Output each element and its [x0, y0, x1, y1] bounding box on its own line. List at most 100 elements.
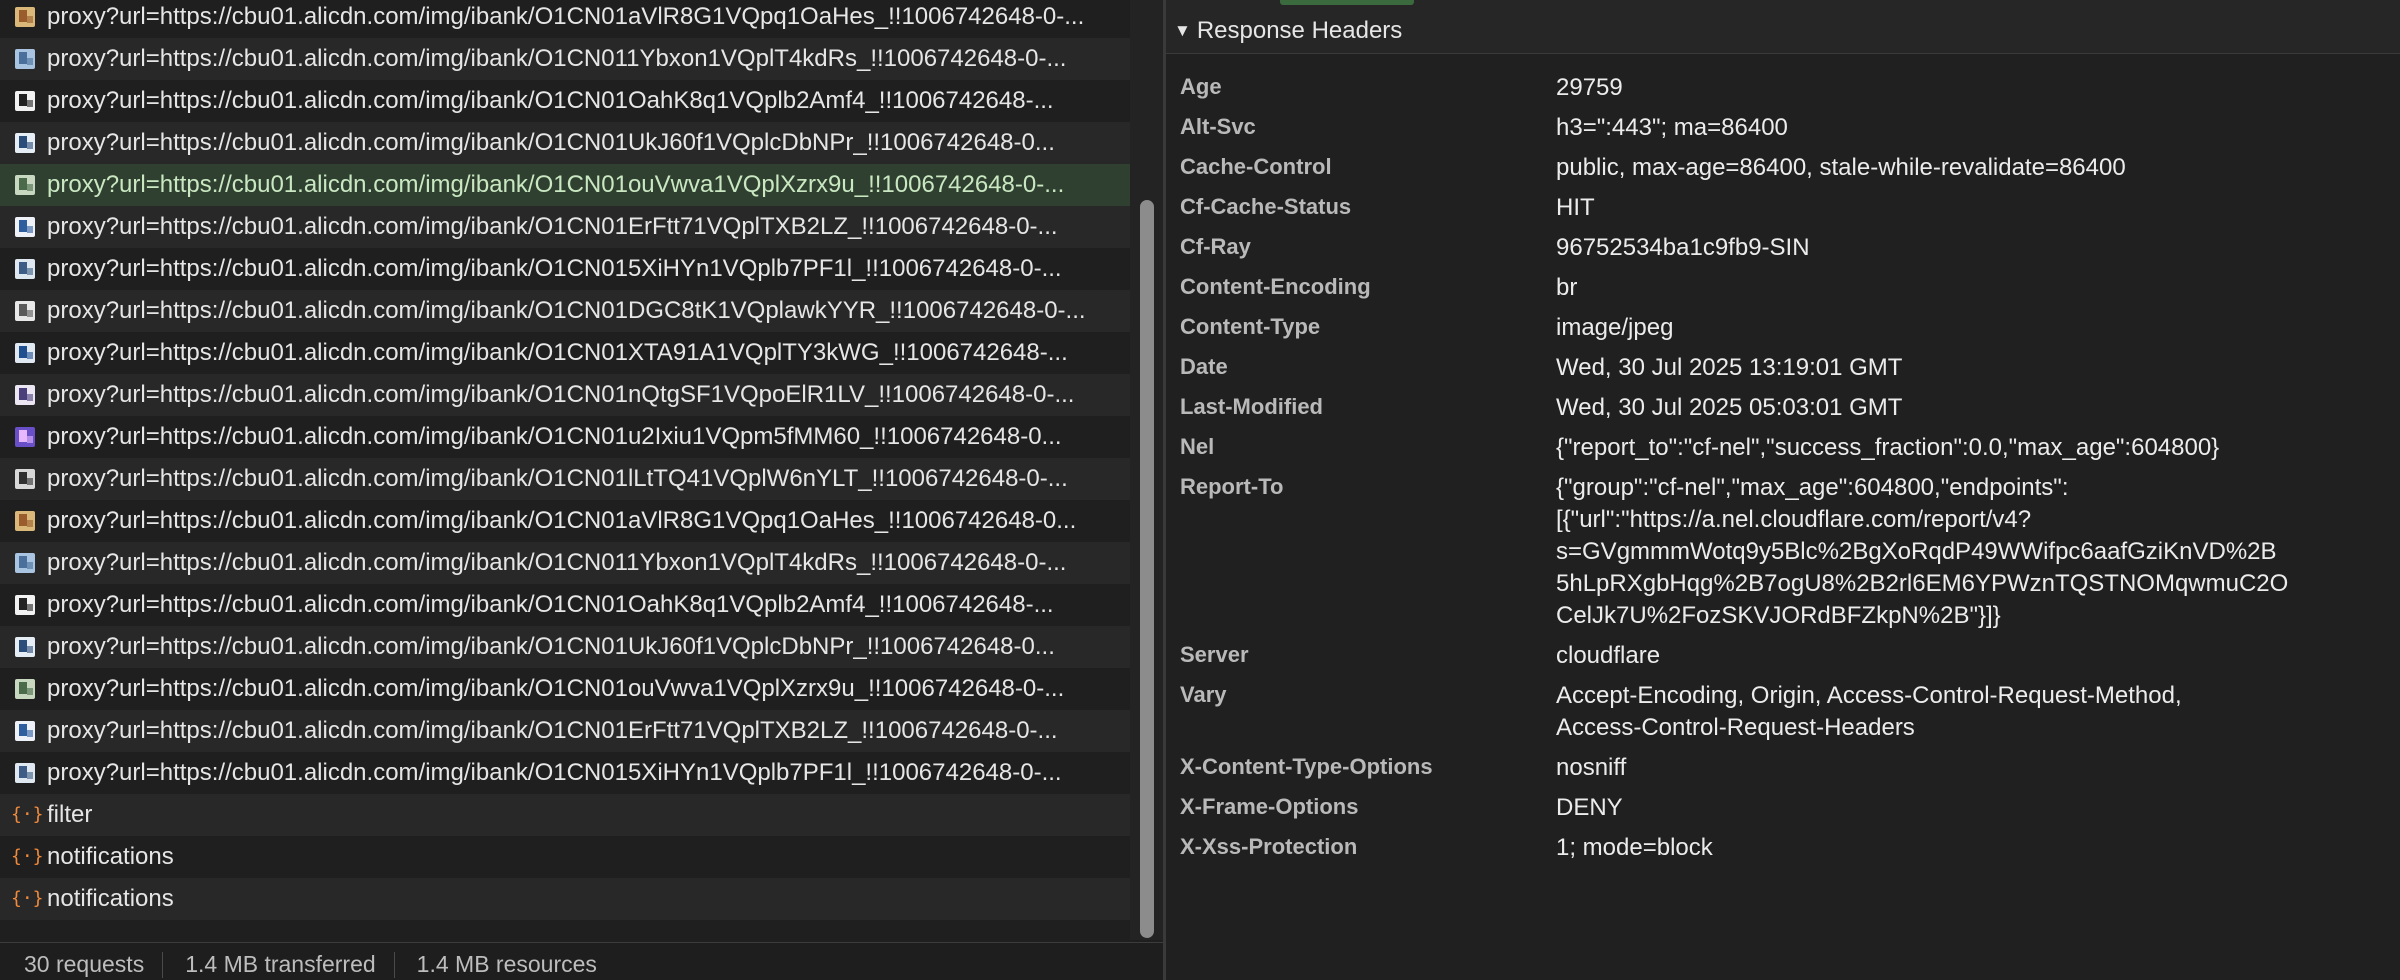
header-row: X-Frame-Options DENY	[1166, 788, 2400, 828]
header-value[interactable]: Accept-Encoding, Origin, Access-Control-…	[1556, 680, 2326, 744]
header-value[interactable]: public, max-age=86400, stale-while-reval…	[1556, 152, 2326, 184]
header-value[interactable]: h3=":443"; ma=86400	[1556, 112, 2326, 144]
request-name: proxy?url=https://cbu01.alicdn.com/img/i…	[47, 3, 1085, 30]
header-row: X-Content-Type-Options nosniff	[1166, 748, 2400, 788]
header-row: Nel {"report_to":"cf-nel","success_fracti…	[1166, 428, 2400, 468]
request-row[interactable]: proxy?url=https://cbu01.alicdn.com/img/i…	[0, 248, 1130, 290]
request-name: proxy?url=https://cbu01.alicdn.com/img/i…	[47, 759, 1062, 786]
header-name: X-Content-Type-Options	[1180, 754, 1433, 779]
header-row: Content-Encoding br	[1166, 268, 2400, 308]
image-thumb-icon	[15, 511, 35, 531]
request-row[interactable]: {·} notifications	[0, 878, 1130, 920]
header-value[interactable]: Wed, 30 Jul 2025 13:19:01 GMT	[1556, 352, 2326, 384]
header-name: Cache-Control	[1180, 154, 1332, 179]
scrollbar-thumb[interactable]	[1140, 200, 1154, 938]
header-value[interactable]: 1; mode=block	[1556, 832, 2326, 864]
request-row[interactable]: proxy?url=https://cbu01.alicdn.com/img/i…	[0, 290, 1130, 332]
request-name: notifications	[47, 843, 174, 870]
request-name: proxy?url=https://cbu01.alicdn.com/img/i…	[47, 129, 1055, 156]
request-row[interactable]: proxy?url=https://cbu01.alicdn.com/img/i…	[0, 710, 1130, 752]
image-thumb-icon	[15, 679, 35, 699]
transferred-size: 1.4 MB transferred	[185, 951, 376, 977]
header-name: Age	[1180, 74, 1222, 99]
header-name: Cf-Cache-Status	[1180, 194, 1352, 219]
request-row[interactable]: proxy?url=https://cbu01.alicdn.com/img/i…	[0, 206, 1130, 248]
header-value[interactable]: {"report_to":"cf-nel","success_fraction"…	[1556, 432, 2326, 464]
header-row: X-Xss-Protection 1; mode=block	[1166, 828, 2400, 868]
request-list-scrollbar[interactable]	[1130, 0, 1163, 940]
header-value[interactable]: br	[1556, 272, 2326, 304]
response-headers-section-toggle[interactable]: ▼ Response Headers	[1166, 8, 2400, 54]
image-thumb-icon	[15, 553, 35, 573]
header-value[interactable]: HIT	[1556, 192, 2326, 224]
request-row[interactable]: proxy?url=https://cbu01.alicdn.com/img/i…	[0, 752, 1130, 794]
header-name: Date	[1180, 354, 1228, 379]
request-row[interactable]: proxy?url=https://cbu01.alicdn.com/img/i…	[0, 122, 1130, 164]
request-row[interactable]: proxy?url=https://cbu01.alicdn.com/img/i…	[0, 542, 1130, 584]
image-thumb-icon	[15, 469, 35, 489]
request-row[interactable]: proxy?url=https://cbu01.alicdn.com/img/i…	[0, 374, 1130, 416]
request-row[interactable]: proxy?url=https://cbu01.alicdn.com/img/i…	[0, 584, 1130, 626]
header-row: Server cloudflare	[1166, 636, 2400, 676]
image-thumb-icon	[15, 595, 35, 615]
triangle-down-icon: ▼	[1174, 20, 1191, 40]
request-name: proxy?url=https://cbu01.alicdn.com/img/i…	[47, 591, 1054, 618]
header-name: Alt-Svc	[1180, 114, 1256, 139]
active-tab-indicator[interactable]	[1280, 0, 1414, 5]
details-tab-strip	[1166, 0, 2400, 8]
header-value[interactable]: image/jpeg	[1556, 312, 2326, 344]
header-value[interactable]: nosniff	[1556, 752, 2326, 784]
request-row[interactable]: {·} notifications	[0, 836, 1130, 878]
request-name: proxy?url=https://cbu01.alicdn.com/img/i…	[47, 507, 1077, 534]
network-status-bar: 30 requests 1.4 MB transferred 1.4 MB re…	[0, 942, 1163, 980]
header-value[interactable]: 29759	[1556, 72, 2326, 104]
request-row[interactable]: proxy?url=https://cbu01.alicdn.com/img/i…	[0, 668, 1130, 710]
image-thumb-icon	[15, 427, 35, 447]
request-row[interactable]: proxy?url=https://cbu01.alicdn.com/img/i…	[0, 0, 1130, 38]
header-row: Alt-Svc h3=":443"; ma=86400	[1166, 108, 2400, 148]
header-value[interactable]: 96752534ba1c9fb9-SIN	[1556, 232, 2326, 264]
section-title: Response Headers	[1196, 16, 1403, 44]
request-row[interactable]: proxy?url=https://cbu01.alicdn.com/img/i…	[0, 332, 1130, 374]
header-name: Content-Type	[1180, 314, 1321, 339]
json-braces-icon: {·}	[11, 846, 44, 867]
header-row: Date Wed, 30 Jul 2025 13:19:01 GMT	[1166, 348, 2400, 388]
header-row: Cache-Control public, max-age=86400, stal…	[1166, 148, 2400, 188]
header-row: Age 29759	[1166, 68, 2400, 108]
image-thumb-icon	[15, 637, 35, 657]
request-row[interactable]: proxy?url=https://cbu01.alicdn.com/img/i…	[0, 500, 1130, 542]
header-value[interactable]: {"group":"cf-nel","max_age":604800,"endp…	[1556, 472, 2326, 632]
image-thumb-icon	[15, 343, 35, 363]
request-name: proxy?url=https://cbu01.alicdn.com/img/i…	[47, 549, 1067, 576]
header-name: Vary	[1180, 682, 1227, 707]
image-thumb-icon	[15, 175, 35, 195]
resources-size: 1.4 MB resources	[416, 951, 597, 977]
request-row[interactable]: {·} filter	[0, 794, 1130, 836]
header-value[interactable]: cloudflare	[1556, 640, 2326, 672]
request-name: proxy?url=https://cbu01.alicdn.com/img/i…	[47, 717, 1058, 744]
response-headers-list: Age 29759 Alt-Svc h3=":443"; ma=86400 Cache-…	[1166, 68, 2400, 868]
image-thumb-icon	[15, 217, 35, 237]
header-name: Nel	[1180, 434, 1215, 459]
request-row[interactable]: proxy?url=https://cbu01.alicdn.com/img/i…	[0, 416, 1130, 458]
request-name: notifications	[47, 885, 174, 912]
header-value[interactable]: DENY	[1556, 792, 2326, 824]
image-thumb-icon	[15, 133, 35, 153]
request-row[interactable]: proxy?url=https://cbu01.alicdn.com/img/i…	[0, 458, 1130, 500]
request-name: proxy?url=https://cbu01.alicdn.com/img/i…	[47, 465, 1068, 492]
header-name: Report-To	[1180, 474, 1284, 499]
header-name: Content-Encoding	[1180, 274, 1371, 299]
header-row: Last-Modified Wed, 30 Jul 2025 05:03:01 G…	[1166, 388, 2400, 428]
header-value[interactable]: Wed, 30 Jul 2025 05:03:01 GMT	[1556, 392, 2326, 424]
image-thumb-icon	[15, 385, 35, 405]
request-row[interactable]: proxy?url=https://cbu01.alicdn.com/img/i…	[0, 38, 1130, 80]
header-name: X-Xss-Protection	[1180, 834, 1358, 859]
image-thumb-icon	[15, 301, 35, 321]
header-name: Last-Modified	[1180, 394, 1323, 419]
request-row[interactable]: proxy?url=https://cbu01.alicdn.com/img/i…	[0, 626, 1130, 668]
image-thumb-icon	[15, 49, 35, 69]
request-row[interactable]: proxy?url=https://cbu01.alicdn.com/img/i…	[0, 164, 1130, 206]
request-list-panel: proxy?url=https://cbu01.alicdn.com/img/i…	[0, 0, 1163, 980]
request-row[interactable]: proxy?url=https://cbu01.alicdn.com/img/i…	[0, 80, 1130, 122]
json-braces-icon: {·}	[11, 888, 44, 909]
